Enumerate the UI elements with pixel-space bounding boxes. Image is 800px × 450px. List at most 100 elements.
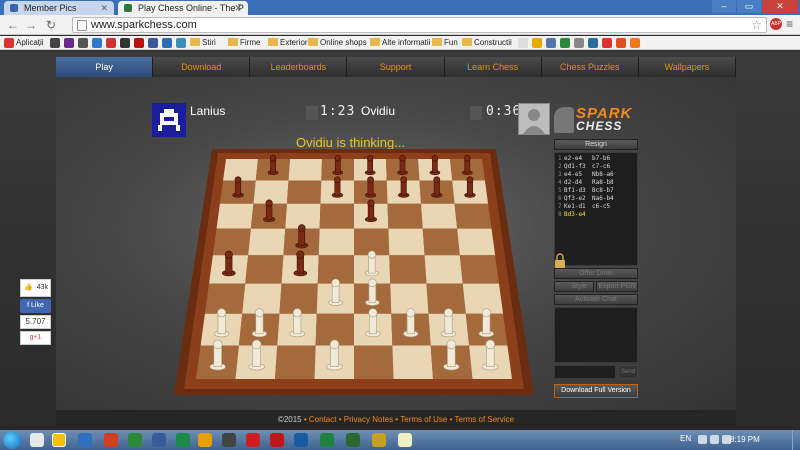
style-button[interactable]: Style (554, 281, 595, 292)
send-button[interactable]: Send (618, 365, 638, 379)
bookmark-favicon-icon[interactable] (602, 38, 612, 48)
language-indicator[interactable]: EN (680, 434, 691, 443)
taskbar-app-icon[interactable] (270, 433, 284, 447)
close-tab-icon[interactable]: ✕ (100, 1, 108, 15)
bookmark-favicon-icon[interactable] (176, 38, 186, 48)
bookmark-folder-online-shops[interactable]: Online shops (308, 37, 367, 49)
taskbar-app-icon[interactable] (346, 433, 360, 447)
move-row[interactable]: 2 Qd1-f3 c7-c6 (558, 163, 634, 171)
facebook-like-button[interactable]: f Like (20, 299, 51, 313)
bookmark-folder-constructii[interactable]: Constructii (462, 37, 512, 49)
board-square[interactable] (223, 159, 258, 181)
activate-chat-button[interactable]: Activate Chat (554, 294, 638, 305)
taskbar-app-icon[interactable] (372, 433, 386, 447)
taskbar-app-icon[interactable] (198, 433, 212, 447)
tab-member-pics[interactable]: Member Pics ✕ (4, 1, 114, 15)
nav-support[interactable]: Support (347, 57, 445, 77)
show-desktop-button[interactable] (792, 430, 800, 450)
board-square[interactable] (354, 345, 394, 379)
bookmark-folder-exterior[interactable]: Exterior (268, 37, 308, 49)
board-square[interactable] (318, 228, 354, 256)
tab-play-chess[interactable]: Play Chess Online - The P ✕ (118, 1, 248, 15)
board-square[interactable] (288, 159, 322, 181)
bookmark-favicon-icon[interactable] (532, 38, 542, 48)
taskbar-clock[interactable]: 8:19 PM (730, 435, 760, 444)
chrome-menu-icon[interactable]: ≡ (786, 17, 793, 31)
board-square[interactable] (212, 228, 251, 256)
bookmark-favicon-icon[interactable] (630, 38, 640, 48)
bookmark-favicon-icon[interactable] (588, 38, 598, 48)
address-bar[interactable]: www.sparkchess.com ☆ (72, 17, 767, 33)
bookmark-folder-stiri[interactable]: Stiri (190, 37, 216, 49)
board-square[interactable] (388, 228, 425, 256)
maximize-icon[interactable]: ▭ (737, 0, 761, 13)
adblock-extension-icon[interactable]: ABP (770, 18, 782, 30)
apps-grid-icon[interactable] (4, 38, 14, 48)
tray-network-icon[interactable] (710, 435, 719, 444)
board-square[interactable] (422, 228, 460, 256)
chat-input[interactable] (554, 365, 616, 379)
board-square[interactable] (457, 228, 496, 256)
bookmark-favicon-icon[interactable] (106, 38, 116, 48)
taskbar-app-icon[interactable] (176, 433, 190, 447)
board-square[interactable] (275, 345, 316, 379)
nav-leaderboards[interactable]: Leaderboards (250, 57, 348, 77)
bookmark-favicon-icon[interactable] (92, 38, 102, 48)
bookmark-folder-alte-informatii[interactable]: Alte informatii (370, 37, 430, 49)
chrome-icon[interactable] (52, 433, 66, 447)
board-square[interactable] (387, 203, 423, 229)
taskbar-app-icon[interactable] (246, 433, 260, 447)
bookmark-apps[interactable]: Aplicații (16, 37, 44, 49)
bookmark-favicon-icon[interactable] (574, 38, 584, 48)
board-square[interactable] (216, 203, 254, 229)
board-square[interactable] (462, 283, 504, 314)
offer-draw-button[interactable]: Offer Draw (554, 268, 638, 279)
nav-play[interactable]: Play (56, 57, 154, 77)
bookmark-favicon-icon[interactable] (162, 38, 172, 48)
bookmark-favicon-icon[interactable] (518, 38, 528, 48)
bookmark-favicon-icon[interactable] (134, 38, 144, 48)
move-row[interactable]: 4 d2-d4 Ra8-b8 (558, 179, 634, 187)
board-square[interactable] (424, 255, 463, 284)
move-row[interactable]: 8 Bd3-e4 (558, 211, 634, 219)
board-square[interactable] (454, 203, 492, 229)
taskbar-app-icon[interactable] (320, 433, 334, 447)
bookmark-favicon-icon[interactable] (120, 38, 130, 48)
taskbar-app-icon[interactable] (104, 433, 118, 447)
board-square[interactable] (319, 203, 354, 229)
move-row[interactable]: 1 e2-e4 b7-b6 (558, 155, 634, 163)
nav-learn-chess[interactable]: Learn Chess (445, 57, 542, 77)
move-row[interactable]: 6 Qf3-e2 Na6-b4 (558, 195, 634, 203)
close-tab-icon[interactable]: ✕ (234, 1, 242, 15)
footer-link-privacy[interactable]: Privacy Notes (344, 415, 393, 424)
bookmark-favicon-icon[interactable] (78, 38, 88, 48)
reload-icon[interactable]: ↻ (44, 18, 58, 32)
nav-chess-puzzles[interactable]: Chess Puzzles (542, 57, 639, 77)
nav-wallpapers[interactable]: Wallpapers (639, 57, 736, 77)
move-row[interactable]: 3 e4-e5 Nb8-a6 (558, 171, 634, 179)
bookmark-folder-fun[interactable]: Fun (432, 37, 458, 49)
move-list[interactable]: 1 e2-e4 b7-b6 2 Qd1-f3 c7-c6 3 e4-e5 Nb8-a6 4 d2-d… (554, 152, 638, 266)
taskbar-app-icon[interactable] (128, 433, 142, 447)
footer-link-terms-of-service[interactable]: Terms of Service (455, 415, 515, 424)
forward-arrow-icon[interactable]: → (24, 18, 38, 32)
bookmark-favicon-icon[interactable] (616, 38, 626, 48)
download-full-version-button[interactable]: Download Full Version (554, 384, 638, 398)
board-square[interactable] (245, 255, 284, 284)
board-square[interactable] (421, 203, 458, 229)
board-square[interactable] (389, 255, 427, 284)
resign-button[interactable]: Resign (554, 139, 638, 150)
explorer-icon[interactable] (30, 433, 44, 447)
close-window-icon[interactable]: ✕ (762, 0, 798, 13)
facebook-icon[interactable] (148, 38, 158, 48)
bookmark-favicon-icon[interactable] (50, 38, 60, 48)
move-row[interactable]: 5 Bf1-d3 Bc8-b7 (558, 187, 634, 195)
yahoo-icon[interactable] (64, 38, 74, 48)
bookmark-folder-firme[interactable]: Firme (228, 37, 260, 49)
board-square[interactable] (204, 283, 246, 314)
taskbar-app-icon[interactable] (294, 433, 308, 447)
url-text[interactable]: www.sparkchess.com (91, 19, 197, 31)
likes-badge[interactable]: 👍 43k (20, 279, 51, 297)
taskbar-app-icon[interactable] (222, 433, 236, 447)
board-square[interactable] (286, 180, 322, 204)
